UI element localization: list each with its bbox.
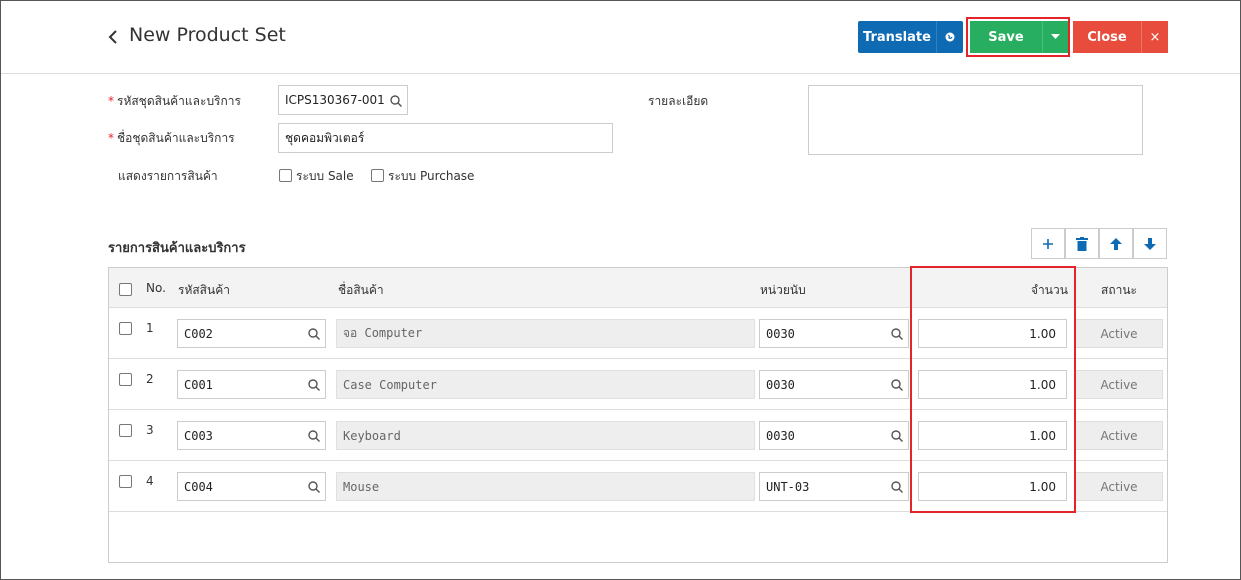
row-checkbox[interactable] xyxy=(119,475,132,488)
header-name: ชื่อสินค้า xyxy=(338,283,384,297)
search-icon[interactable] xyxy=(890,480,904,494)
status-badge: Active xyxy=(1075,421,1163,450)
header-code: รหัสสินค้า xyxy=(178,283,230,297)
product-set-code-input[interactable]: ICPS130367-001 xyxy=(278,85,408,115)
search-icon[interactable] xyxy=(307,327,321,341)
product-name-field: Mouse xyxy=(336,472,755,501)
product-name-field: Keyboard xyxy=(336,421,755,450)
back-chevron-icon[interactable] xyxy=(107,27,123,47)
add-row-button[interactable] xyxy=(1031,228,1065,259)
product-name-field: Case Computer xyxy=(336,370,755,399)
save-highlight-box xyxy=(966,17,1070,57)
search-icon[interactable] xyxy=(307,480,321,494)
delete-row-button[interactable] xyxy=(1065,228,1099,259)
arrow-up-icon xyxy=(1110,237,1122,250)
search-icon[interactable] xyxy=(890,378,904,392)
page-title: New Product Set xyxy=(129,24,286,46)
row-number: 1 xyxy=(146,321,154,335)
select-all-checkbox[interactable] xyxy=(119,283,132,296)
sale-checkbox[interactable] xyxy=(279,169,292,182)
product-code-input[interactable]: C004 xyxy=(177,472,326,501)
translate-button[interactable]: Translate xyxy=(858,21,936,53)
header-unit: หน่วยนับ xyxy=(760,283,806,297)
required-mark: * xyxy=(108,131,114,145)
header-status: สถานะ xyxy=(1101,283,1137,297)
unit-input[interactable]: 0030 xyxy=(759,421,909,450)
translate-globe-button[interactable] xyxy=(936,21,963,53)
search-icon[interactable] xyxy=(307,429,321,443)
product-set-name-label: * ชื่อชุดสินค้าและบริการ xyxy=(108,131,235,145)
row-checkbox[interactable] xyxy=(119,424,132,437)
product-code-input[interactable]: C003 xyxy=(177,421,326,450)
globe-icon xyxy=(945,32,955,42)
search-icon[interactable] xyxy=(890,327,904,341)
move-down-button[interactable] xyxy=(1133,228,1167,259)
product-code-input[interactable]: C001 xyxy=(177,370,326,399)
detail-textarea[interactable] xyxy=(808,85,1143,155)
move-up-button[interactable] xyxy=(1099,228,1133,259)
arrow-down-icon xyxy=(1144,237,1156,250)
product-code-input[interactable]: C002 xyxy=(177,319,326,348)
row-checkbox[interactable] xyxy=(119,322,132,335)
status-badge: Active xyxy=(1075,370,1163,399)
unit-input[interactable]: 0030 xyxy=(759,370,909,399)
product-set-code-label: * รหัสชุดสินค้าและบริการ xyxy=(108,94,241,108)
quantity-highlight-box xyxy=(910,266,1076,513)
status-badge: Active xyxy=(1075,472,1163,501)
row-checkbox[interactable] xyxy=(119,373,132,386)
show-items-label: แสดงรายการสินค้า xyxy=(118,169,218,183)
unit-input[interactable]: 0030 xyxy=(759,319,909,348)
sale-checkbox-label: ระบบ Sale xyxy=(296,169,354,183)
search-icon[interactable] xyxy=(890,429,904,443)
status-badge: Active xyxy=(1075,319,1163,348)
close-button[interactable]: Close xyxy=(1073,21,1141,53)
search-icon[interactable] xyxy=(307,378,321,392)
trash-icon xyxy=(1076,236,1088,251)
unit-input[interactable]: UNT-03 xyxy=(759,472,909,501)
close-x-button[interactable]: × xyxy=(1141,21,1168,53)
header-no: No. xyxy=(146,281,166,295)
row-number: 4 xyxy=(146,474,154,488)
product-set-name-input[interactable]: ชุดคอมพิวเตอร์ xyxy=(278,123,613,153)
section-title: รายการสินค้าและบริการ xyxy=(108,241,246,256)
purchase-checkbox[interactable] xyxy=(371,169,384,182)
plus-icon xyxy=(1043,238,1053,249)
search-icon[interactable] xyxy=(389,94,403,108)
required-mark: * xyxy=(108,94,114,108)
purchase-checkbox-label: ระบบ Purchase xyxy=(388,169,475,183)
row-number: 2 xyxy=(146,372,154,386)
product-name-field: จอ Computer xyxy=(336,319,755,348)
row-number: 3 xyxy=(146,423,154,437)
detail-label: รายละเอียด xyxy=(648,94,709,108)
